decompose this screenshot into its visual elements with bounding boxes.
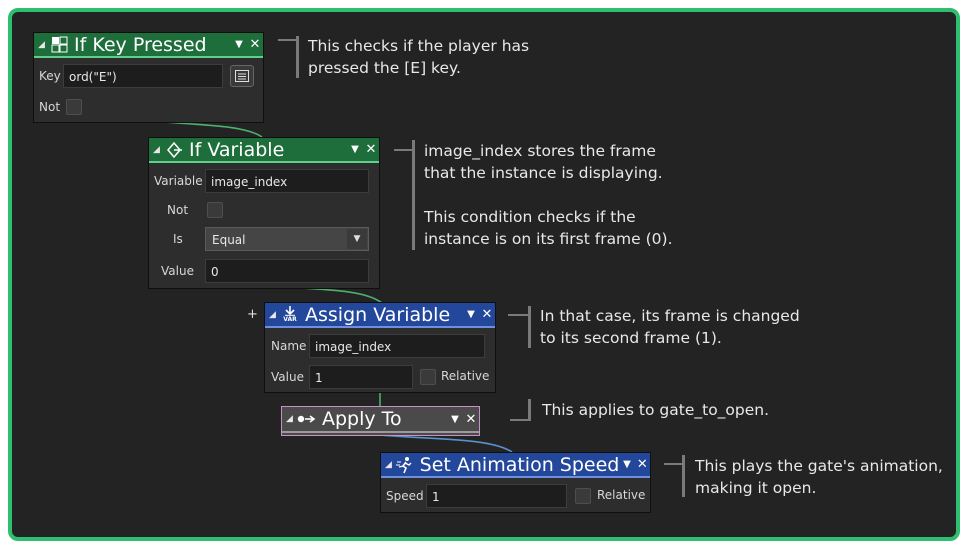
is-select[interactable]: Equal ▼: [205, 227, 369, 251]
note-line: instance is on its first frame (0).: [424, 230, 673, 248]
value-input[interactable]: 0: [205, 259, 369, 283]
running-figure-icon: [395, 455, 416, 475]
key-input[interactable]: ord("E"): [63, 64, 223, 88]
relative-label: Relative: [441, 369, 490, 383]
value-input[interactable]: 1: [309, 365, 413, 389]
dropdown-icon[interactable]: ▼: [463, 309, 479, 320]
dropdown-icon[interactable]: ▼: [347, 144, 363, 155]
dropdown-icon[interactable]: ▼: [619, 459, 634, 470]
block-title: Set Animation Speed: [419, 453, 620, 476]
collapse-icon[interactable]: ◢: [153, 145, 163, 155]
set-animation-speed-block[interactable]: ◢ Set Animation Speed ▼ ✕ Speed 1 Relati…: [380, 452, 651, 513]
note1-comment: This checks if the player has pressed th…: [308, 35, 529, 79]
if-key-pressed-block[interactable]: ◢ If Key Pressed ▼ ✕ Key ord("E") Not: [33, 32, 264, 123]
note-line: that the instance is displaying.: [424, 164, 663, 182]
apply-to-header[interactable]: ◢ Apply To ▼ ✕: [282, 407, 479, 433]
collapse-icon[interactable]: ◢: [385, 460, 395, 470]
note3-connector: [508, 314, 528, 316]
note-line: In that case, its frame is changed: [540, 307, 800, 325]
note-line: This condition checks if the: [424, 208, 636, 226]
relative-label: Relative: [597, 488, 646, 502]
wire-apply-to-animation: [379, 434, 513, 453]
note3-bracket: [528, 306, 531, 348]
note4-bracket: [528, 399, 531, 421]
not-checkbox[interactable]: [66, 99, 82, 115]
note-line: [424, 184, 673, 206]
name-input[interactable]: image_index: [309, 334, 485, 358]
note5-connector: [664, 463, 682, 465]
set-animation-speed-header[interactable]: ◢ Set Animation Speed ▼ ✕: [381, 453, 650, 478]
close-icon[interactable]: ✕: [635, 457, 650, 472]
note2-connector: [394, 149, 412, 151]
close-icon[interactable]: ✕: [247, 37, 263, 52]
chevron-down-icon[interactable]: ▼: [347, 229, 367, 249]
key-label: Key: [39, 69, 61, 83]
block-title: If Key Pressed: [74, 33, 207, 56]
dropdown-icon[interactable]: ▼: [447, 414, 463, 425]
name-label: Name: [271, 339, 307, 353]
not-label: Not: [167, 203, 189, 217]
collapse-icon[interactable]: ◢: [38, 40, 48, 50]
variable-label: Variable: [154, 174, 203, 188]
apply-to-block[interactable]: ◢ Apply To ▼ ✕: [281, 406, 480, 436]
collapse-icon[interactable]: ◢: [286, 414, 296, 424]
not-label: Not: [39, 100, 61, 114]
close-icon[interactable]: ✕: [363, 142, 379, 157]
assign-variable-header[interactable]: ◢ VAR Assign Variable ▼ ✕: [265, 303, 495, 328]
var-download-icon: VAR: [279, 305, 301, 325]
note1-bracket: [296, 36, 299, 78]
value-label: Value: [161, 264, 194, 278]
note4-comment: This applies to gate_to_open.: [542, 399, 769, 421]
block-title: If Variable: [189, 138, 285, 161]
speed-label: Speed: [386, 489, 424, 503]
if-key-pressed-header[interactable]: ◢ If Key Pressed ▼ ✕: [34, 33, 263, 58]
keyboard-list-icon: [235, 70, 249, 82]
close-icon[interactable]: ✕: [463, 412, 479, 427]
block-title: Assign Variable: [305, 303, 451, 326]
note4-connector: [510, 419, 530, 421]
speed-input[interactable]: 1: [426, 484, 567, 508]
collapse-icon[interactable]: ◢: [269, 310, 279, 320]
block-title: Apply To: [322, 408, 402, 430]
relative-checkbox[interactable]: [420, 369, 436, 385]
note-line: This applies to gate_to_open.: [542, 401, 770, 419]
note-line: This checks if the player has: [308, 37, 530, 55]
wire-key-to-variable: [149, 120, 263, 138]
branch-diamond-icon: [163, 140, 185, 160]
dropdown-icon[interactable]: ▼: [231, 39, 247, 50]
note-line: making it open.: [695, 479, 817, 497]
note5-comment: This plays the gate's animation, making …: [695, 455, 943, 499]
note2-comment: image_index stores the frame that the in…: [424, 140, 673, 250]
value-label: Value: [271, 370, 304, 384]
assign-variable-block[interactable]: ◢ VAR Assign Variable ▼ ✕ Name image_ind…: [264, 302, 496, 393]
note2-bracket: [412, 140, 415, 250]
note-line: pressed the [E] key.: [308, 59, 461, 77]
if-variable-header[interactable]: ◢ If Variable ▼ ✕: [149, 138, 379, 163]
expand-button[interactable]: +: [247, 307, 258, 322]
note-line: to its second frame (1).: [540, 329, 722, 347]
variable-input[interactable]: image_index: [205, 169, 369, 193]
note-line: This plays the gate's animation,: [695, 457, 943, 475]
note3-comment: In that case, its frame is changed to it…: [540, 305, 800, 349]
var-icon-label: VAR: [283, 316, 297, 323]
relative-checkbox[interactable]: [575, 488, 591, 504]
is-select-value: Equal: [212, 233, 246, 247]
is-label: Is: [173, 232, 183, 246]
close-icon[interactable]: ✕: [479, 307, 495, 322]
key-picker-button[interactable]: [230, 65, 254, 87]
keyboard-grid-icon: [48, 35, 70, 55]
note5-bracket: [682, 455, 685, 497]
if-variable-block[interactable]: ◢ If Variable ▼ ✕ Variable image_index N…: [148, 137, 380, 289]
not-checkbox[interactable]: [207, 202, 223, 218]
apply-to-arrow-icon: [296, 409, 318, 429]
note1-connector: [278, 39, 296, 41]
note-line: image_index stores the frame: [424, 142, 656, 160]
